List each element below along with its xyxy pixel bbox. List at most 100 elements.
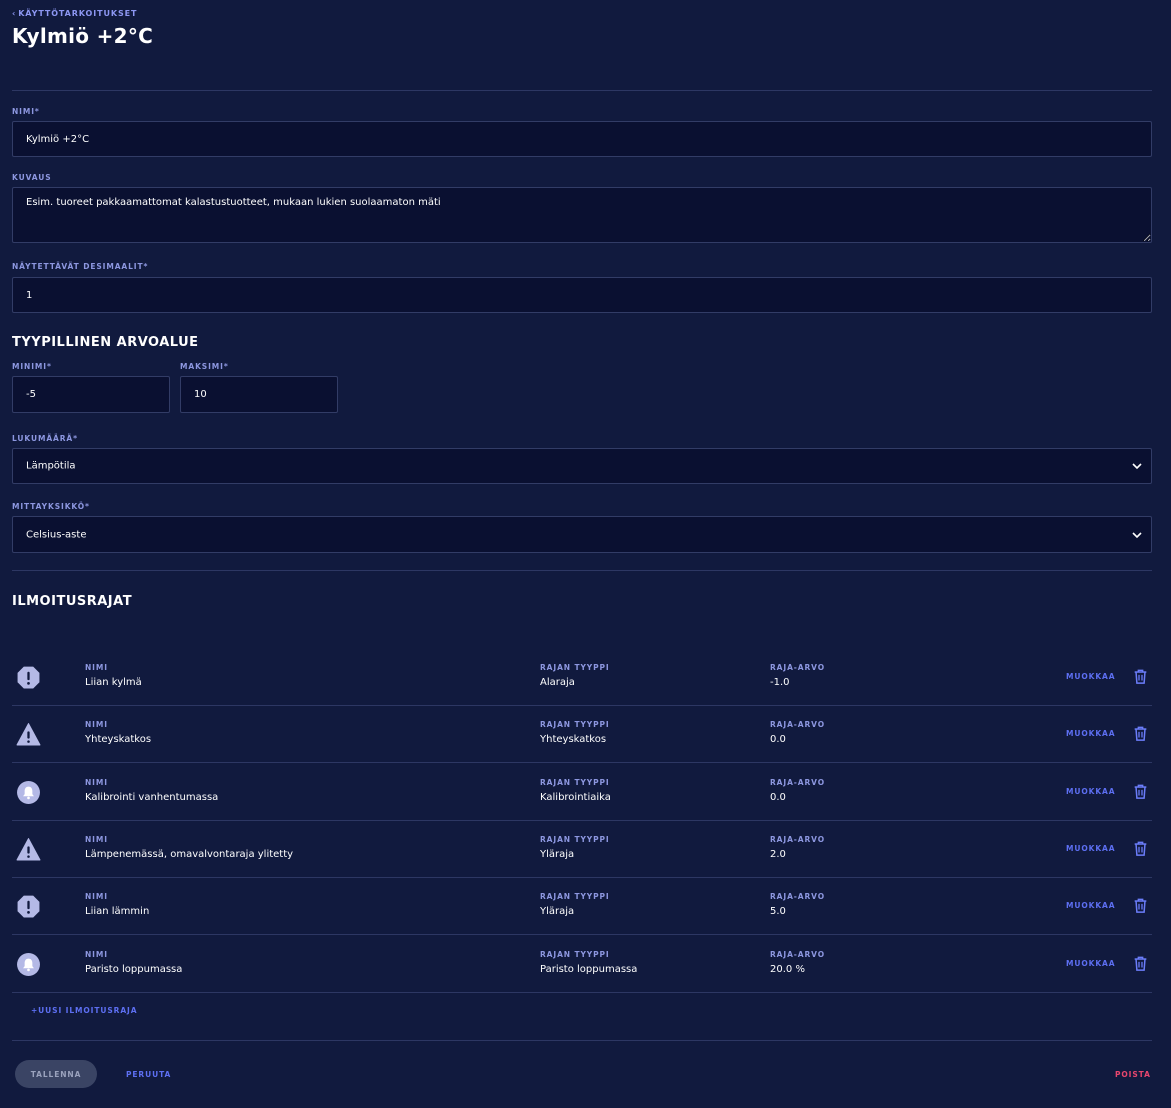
rule-name: Yhteyskatkos — [85, 734, 152, 745]
rule-type-cell: RAJAN TYYPPI Paristo loppumassa — [540, 950, 637, 975]
rule-type: Yläraja — [540, 849, 575, 860]
rule-value-label: RAJA-ARVO — [770, 892, 826, 901]
bell-icon — [16, 952, 41, 977]
rule-type-label: RAJAN TYYPPI — [540, 892, 610, 901]
chevron-down-icon — [1132, 463, 1142, 470]
bell-icon — [16, 780, 41, 805]
min-input[interactable] — [12, 376, 170, 413]
triangle-warning-icon — [16, 722, 41, 747]
rule-type: Kalibrointiaika — [540, 792, 611, 803]
row-divider — [12, 762, 1152, 763]
rule-type: Yhteyskatkos — [540, 734, 607, 745]
row-divider — [12, 992, 1152, 993]
rule-name-cell: NIMI Yhteyskatkos — [85, 720, 151, 745]
alert-rule-row: NIMI Kalibrointi vanhentumassa RAJAN TYYPP… — [12, 764, 1152, 821]
trash-icon[interactable] — [1132, 897, 1149, 914]
alert-rule-row: NIMI Yhteyskatkos RAJAN TYYPPI Yhteyskatkos… — [12, 706, 1152, 763]
rule-name: Liian lämmin — [85, 906, 150, 917]
rule-value-label: RAJA-ARVO — [770, 663, 826, 672]
rule-name-cell: NIMI Paristo loppumassa — [85, 950, 182, 975]
rule-value-cell: RAJA-ARVO 20.0 % — [770, 950, 825, 975]
rule-value-label: RAJA-ARVO — [770, 778, 826, 787]
alert-rule-row: NIMI Liian lämmin RAJAN TYYPPI Yläraja RAJA-… — [12, 878, 1152, 935]
triangle-warning-icon — [16, 837, 41, 862]
chevron-left-icon: ‹ — [12, 9, 17, 18]
rule-name: Lämpenemässä, omavalvontaraja ylitetty — [85, 849, 294, 860]
rule-type-cell: RAJAN TYYPPI Yläraja — [540, 835, 610, 860]
rule-name-label: NIMI — [85, 835, 108, 844]
rule-name-cell: NIMI Liian lämmin — [85, 892, 149, 917]
octagon-alert-icon — [16, 665, 41, 690]
rule-name-label: NIMI — [85, 892, 108, 901]
trash-icon[interactable] — [1132, 955, 1149, 972]
chevron-down-icon — [1132, 531, 1142, 538]
rule-name-cell: NIMI Lämpenemässä, omavalvontaraja ylitet… — [85, 835, 293, 860]
divider — [12, 570, 1152, 571]
trash-icon[interactable] — [1132, 783, 1149, 800]
name-input[interactable] — [12, 121, 1152, 157]
rule-name-label: NIMI — [85, 950, 108, 959]
description-label: KUVAUS — [12, 173, 52, 182]
alert-rule-row: NIMI Paristo loppumassa RAJAN TYYPPI Parist… — [12, 936, 1152, 993]
cancel-link[interactable]: PERUUTA — [126, 1070, 171, 1079]
rule-type-cell: RAJAN TYYPPI Yhteyskatkos — [540, 720, 610, 745]
decimals-input[interactable] — [12, 277, 1152, 313]
quantity-label: LUKUMÄÄRÄ* — [12, 434, 78, 443]
rule-value: 2.0 — [770, 849, 786, 860]
save-button[interactable]: TALLENNA — [15, 1060, 97, 1088]
rule-type-cell: RAJAN TYYPPI Alaraja — [540, 663, 610, 688]
rule-type-label: RAJAN TYYPPI — [540, 778, 610, 787]
rule-name-cell: NIMI Liian kylmä — [85, 663, 142, 688]
edit-rule-link[interactable]: MUOKKAA — [1066, 901, 1115, 910]
alert-rule-row: NIMI Liian kylmä RAJAN TYYPPI Alaraja RAJA-A… — [12, 649, 1152, 706]
range-section-title: TYYPILLINEN ARVOALUE — [12, 335, 199, 350]
rule-value-cell: RAJA-ARVO -1.0 — [770, 663, 825, 688]
rule-name-label: NIMI — [85, 720, 108, 729]
rule-type-label: RAJAN TYYPPI — [540, 835, 610, 844]
quantity-select[interactable]: Lämpötila — [12, 448, 1152, 484]
rule-type: Alaraja — [540, 677, 575, 688]
rule-value: -1.0 — [770, 677, 790, 688]
divider — [12, 90, 1152, 91]
alerts-section-title: ILMOITUSRAJAT — [12, 594, 133, 609]
row-divider — [12, 934, 1152, 935]
trash-icon[interactable] — [1132, 725, 1149, 742]
rule-type-label: RAJAN TYYPPI — [540, 663, 610, 672]
description-textarea[interactable]: Esim. tuoreet pakkaamattomat kalastustuo… — [12, 187, 1152, 243]
edit-rule-link[interactable]: MUOKKAA — [1066, 844, 1115, 853]
rule-name-label: NIMI — [85, 663, 108, 672]
rule-name: Kalibrointi vanhentumassa — [85, 792, 219, 803]
rule-value: 5.0 — [770, 906, 786, 917]
rule-value: 0.0 — [770, 792, 786, 803]
delete-link[interactable]: POISTA — [1115, 1070, 1151, 1079]
rule-value-cell: RAJA-ARVO 0.0 — [770, 720, 825, 745]
edit-rule-link[interactable]: MUOKKAA — [1066, 672, 1115, 681]
divider — [12, 1040, 1152, 1041]
page-title: Kylmiö +2°C — [12, 24, 154, 48]
rule-type-label: RAJAN TYYPPI — [540, 720, 610, 729]
rule-name: Paristo loppumassa — [85, 964, 183, 975]
edit-rule-link[interactable]: MUOKKAA — [1066, 959, 1115, 968]
rule-name: Liian kylmä — [85, 677, 142, 688]
rule-type: Yläraja — [540, 906, 575, 917]
name-label: NIMI* — [12, 107, 40, 116]
rule-type-cell: RAJAN TYYPPI Kalibrointiaika — [540, 778, 611, 803]
rule-value: 0.0 — [770, 734, 786, 745]
alert-rule-row: NIMI Lämpenemässä, omavalvontaraja ylitet… — [12, 821, 1152, 878]
rule-type: Paristo loppumassa — [540, 964, 638, 975]
edit-rule-link[interactable]: MUOKKAA — [1066, 729, 1115, 738]
back-link[interactable]: ‹ KÄYTTÖTARKOITUKSET — [12, 9, 137, 18]
quantity-select-value: Lämpötila — [26, 460, 76, 472]
page: ‹KÄYTTÖTARKOITUKSET Kylmiö +2°C NIMI* KU… — [0, 0, 1171, 1108]
unit-select[interactable]: Celsius-aste — [12, 516, 1152, 553]
back-link-label: KÄYTTÖTARKOITUKSET — [18, 9, 138, 18]
decimals-label: NÄYTETTÄVÄT DESIMAALIT* — [12, 262, 149, 271]
trash-icon[interactable] — [1132, 840, 1149, 857]
rule-value-label: RAJA-ARVO — [770, 835, 826, 844]
max-input[interactable] — [180, 376, 338, 413]
trash-icon[interactable] — [1132, 668, 1149, 685]
edit-rule-link[interactable]: MUOKKAA — [1066, 787, 1115, 796]
rule-value-cell: RAJA-ARVO 5.0 — [770, 892, 825, 917]
new-alert-link[interactable]: +UUSI ILMOITUSRAJA — [31, 1006, 137, 1015]
min-label: MINIMI* — [12, 362, 52, 371]
